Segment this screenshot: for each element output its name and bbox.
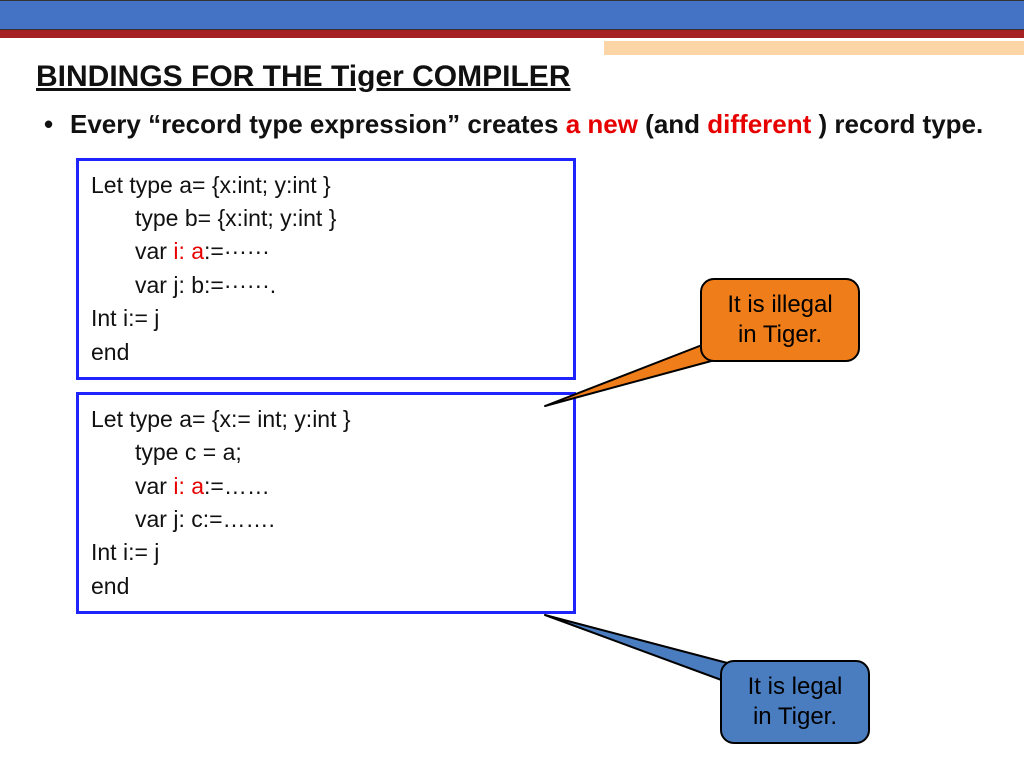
slide-title: BINDINGS FOR THE Tiger COMPILER — [36, 60, 988, 94]
code2-l4: var j: c:=……. — [91, 503, 561, 536]
slide-content: BINDINGS FOR THE Tiger COMPILER Every “r… — [0, 38, 1024, 614]
bullet-red-1: a new — [566, 109, 638, 139]
callout-legal: It is legal in Tiger. — [720, 660, 870, 744]
top-bar-peach — [604, 41, 1024, 55]
code1-l3c: :=······ — [204, 238, 270, 264]
code-box-2: Let type a= {x:= int; y:int } type c = a… — [76, 392, 576, 614]
code1-l3b: i: a — [173, 238, 204, 264]
callout2-line1: It is legal — [748, 673, 843, 700]
callout2-line2: in Tiger. — [753, 703, 837, 730]
bullet-text-1: Every “record type expression” creates — [70, 109, 566, 139]
code2-l3c: :=…… — [204, 473, 270, 499]
callout-tail-2 — [545, 615, 745, 725]
code1-l3a: var — [135, 238, 173, 264]
code1-l5: Int i:= j — [91, 302, 561, 335]
top-bar-maroon — [0, 30, 1024, 38]
code1-l2: type b= {x:int; y:int } — [91, 202, 561, 235]
callout1-line2: in Tiger. — [738, 321, 822, 348]
code2-l1: Let type a= {x:= int; y:int } — [91, 403, 561, 436]
code1-l4: var j: b:=······. — [91, 269, 561, 302]
code2-l3b: i: a — [173, 473, 204, 499]
top-bar-blue — [0, 0, 1024, 30]
code2-l3a: var — [135, 473, 173, 499]
bullet-text-3: ) record type. — [811, 109, 983, 139]
callout1-line1: It is illegal — [727, 291, 832, 318]
bullet-red-2: different — [707, 109, 811, 139]
callout-tail-1 — [545, 340, 725, 430]
code2-l2: type c = a; — [91, 436, 561, 469]
callout-illegal: It is illegal in Tiger. — [700, 278, 860, 362]
code1-l3: var i: a:=······ — [91, 235, 561, 268]
code2-l5: Int i:= j — [91, 536, 561, 569]
bullet-text-2: (and — [638, 109, 707, 139]
code1-l6: end — [91, 336, 561, 369]
code2-l3: var i: a:=…… — [91, 470, 561, 503]
code2-l6: end — [91, 570, 561, 603]
code-box-1: Let type a= {x:int; y:int } type b= {x:i… — [76, 158, 576, 380]
code1-l1: Let type a= {x:int; y:int } — [91, 169, 561, 202]
bullet-main: Every “record type expression” creates a… — [36, 108, 988, 142]
